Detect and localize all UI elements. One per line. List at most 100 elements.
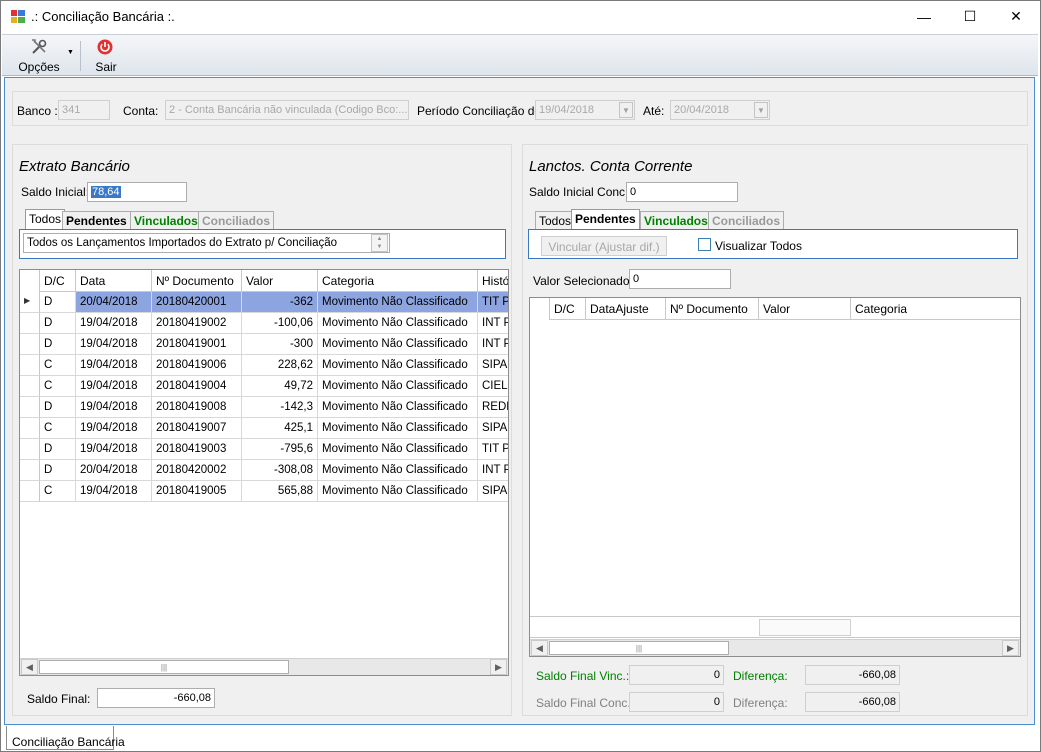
table-row[interactable]: D 19/04/2018 20180419003 -795,6 Movimento Nã… — [20, 439, 508, 460]
table-cell[interactable]: D — [40, 292, 76, 313]
right-tab-todos[interactable]: Todos — [535, 211, 576, 230]
table-cell[interactable]: Movimento Não Classificado — [318, 481, 478, 502]
extrato-column-header[interactable]: Históri — [478, 270, 508, 292]
table-cell[interactable]: 19/04/2018 — [76, 313, 152, 334]
table-cell[interactable]: Movimento Não Classificado — [318, 418, 478, 439]
extrato-column-header[interactable]: Categoria — [318, 270, 478, 292]
table-cell[interactable]: 20180419004 — [152, 376, 242, 397]
table-cell[interactable]: TIT PA — [478, 439, 508, 460]
scroll-thumb[interactable]: ||| — [39, 660, 289, 674]
table-cell[interactable]: -142,3 — [242, 397, 318, 418]
saldo-inicial-field[interactable]: 78,64 — [87, 182, 187, 202]
table-cell[interactable]: Movimento Não Classificado — [318, 334, 478, 355]
table-cell[interactable]: TIT PA — [478, 292, 508, 313]
extrato-column-header[interactable]: Nº Documento — [152, 270, 242, 292]
table-cell[interactable]: C — [40, 376, 76, 397]
description-spinner[interactable]: ▲ ▼ — [371, 234, 388, 252]
table-cell[interactable]: 20180419005 — [152, 481, 242, 502]
conta-field[interactable]: 2 - Conta Bancária não vinculada (Codigo… — [165, 100, 409, 120]
table-cell[interactable]: SIPAG — [478, 481, 508, 502]
table-cell[interactable]: 20/04/2018 — [76, 292, 152, 313]
table-cell[interactable]: 228,62 — [242, 355, 318, 376]
table-cell[interactable]: D — [40, 334, 76, 355]
saldo-final-field[interactable]: -660,08 — [97, 688, 215, 708]
table-row[interactable]: D 19/04/2018 20180419002 -100,06 Movimento N… — [20, 313, 508, 334]
table-cell[interactable]: Movimento Não Classificado — [318, 355, 478, 376]
table-cell[interactable]: C — [40, 355, 76, 376]
scroll-thumb[interactable]: ||| — [549, 641, 729, 655]
table-cell[interactable]: 19/04/2018 — [76, 481, 152, 502]
table-cell[interactable]: INT PA — [478, 334, 508, 355]
diferenca-conc-field[interactable]: -660,08 — [805, 692, 900, 712]
left-tab-vinculados[interactable]: Vinculados — [130, 211, 202, 230]
table-cell[interactable]: Movimento Não Classificado — [318, 376, 478, 397]
scroll-left-icon[interactable]: ◀ — [21, 659, 38, 675]
conta-corrente-column-header[interactable]: Categoria — [851, 298, 1020, 320]
exit-button[interactable]: Sair — [88, 37, 124, 75]
table-cell[interactable]: -300 — [242, 334, 318, 355]
extrato-horizontal-scrollbar[interactable]: ◀ ||| ▶ — [20, 658, 508, 675]
table-row[interactable]: D 19/04/2018 20180419008 -142,3 Movimento Nã… — [20, 397, 508, 418]
table-cell[interactable]: SIPAG — [478, 418, 508, 439]
conta-corrente-grid[interactable]: D/C DataAjuste Nº Documento Valor Categoria … — [529, 297, 1021, 657]
table-cell[interactable]: 20180419007 — [152, 418, 242, 439]
chevron-down-icon[interactable]: ▼ — [619, 102, 633, 118]
table-cell[interactable]: INT PA — [478, 313, 508, 334]
spin-down-icon[interactable]: ▼ — [372, 243, 387, 251]
saldo-final-vinc-field[interactable]: 0 — [629, 665, 724, 685]
periodo-ate-field[interactable]: 20/04/2018 ▼ — [670, 100, 770, 120]
right-tab-vinculados[interactable]: Vinculados — [640, 211, 712, 230]
table-cell[interactable]: INT PA — [478, 460, 508, 481]
table-cell[interactable]: 20180419002 — [152, 313, 242, 334]
table-row[interactable]: C 19/04/2018 20180419004 49,72 Movimento Não… — [20, 376, 508, 397]
saldo-inicial-conc-field[interactable]: 0 — [626, 182, 738, 202]
table-cell[interactable]: D — [40, 313, 76, 334]
table-cell[interactable]: Movimento Não Classificado — [318, 292, 478, 313]
table-cell[interactable]: D — [40, 460, 76, 481]
right-tab-conciliados[interactable]: Conciliados — [708, 211, 785, 230]
table-cell[interactable]: 19/04/2018 — [76, 334, 152, 355]
options-dropdown-arrow-icon[interactable]: ▼ — [67, 49, 74, 56]
table-cell[interactable]: -308,08 — [242, 460, 318, 481]
conta-corrente-column-header[interactable]: D/C — [550, 298, 586, 320]
extrato-grid[interactable]: D/CDataNº DocumentoValorCategoriaHistóri… — [19, 269, 509, 676]
extrato-column-header[interactable]: Data — [76, 270, 152, 292]
visualizar-todos-checkbox[interactable] — [698, 238, 711, 251]
valor-selecionado-field[interactable]: 0 — [629, 269, 731, 289]
table-cell[interactable]: 20/04/2018 — [76, 460, 152, 481]
table-cell[interactable]: 19/04/2018 — [76, 355, 152, 376]
options-button[interactable]: Opções — [14, 37, 64, 75]
table-cell[interactable]: 19/04/2018 — [76, 376, 152, 397]
left-tab-pendentes[interactable]: Pendentes — [62, 211, 131, 230]
table-cell[interactable]: REDE — [478, 397, 508, 418]
chevron-down-icon[interactable]: ▼ — [754, 102, 768, 118]
tab-conciliacao-bancaria[interactable]: Conciliação Bancária — [6, 726, 125, 750]
table-cell[interactable]: -795,6 — [242, 439, 318, 460]
right-tab-pendentes[interactable]: Pendentes — [571, 209, 640, 230]
table-cell[interactable]: C — [40, 418, 76, 439]
scroll-right-icon[interactable]: ▶ — [1002, 640, 1019, 656]
tab-description-field[interactable]: Todos os Lançamentos Importados do Extra… — [23, 233, 390, 253]
table-row[interactable]: C 19/04/2018 20180419005 565,88 Movimento Nã… — [20, 481, 508, 502]
table-cell[interactable]: -362 — [242, 292, 318, 313]
table-cell[interactable]: Movimento Não Classificado — [318, 397, 478, 418]
table-row[interactable]: C 19/04/2018 20180419007 425,1 Movimento Não… — [20, 418, 508, 439]
table-cell[interactable]: 20180420001 — [152, 292, 242, 313]
table-cell[interactable]: Movimento Não Classificado — [318, 460, 478, 481]
extrato-column-header[interactable]: Valor — [242, 270, 318, 292]
saldo-final-conc-field[interactable]: 0 — [629, 692, 724, 712]
table-cell[interactable]: 49,72 — [242, 376, 318, 397]
table-cell[interactable]: CIELO — [478, 376, 508, 397]
periodo-de-field[interactable]: 19/04/2018 ▼ — [535, 100, 635, 120]
table-cell[interactable]: D — [40, 397, 76, 418]
table-cell[interactable]: 19/04/2018 — [76, 439, 152, 460]
left-tab-conciliados[interactable]: Conciliados — [198, 211, 275, 230]
table-row[interactable]: ▶ D 20/04/2018 20180420001 -362 Movimento Não… — [20, 292, 508, 313]
table-cell[interactable]: C — [40, 481, 76, 502]
left-tab-todos[interactable]: Todos — [25, 209, 66, 230]
diferenca-vinc-field[interactable]: -660,08 — [805, 665, 900, 685]
table-cell[interactable]: Movimento Não Classificado — [318, 313, 478, 334]
table-cell[interactable]: 425,1 — [242, 418, 318, 439]
table-row[interactable]: D 19/04/2018 20180419001 -300 Movimento Não … — [20, 334, 508, 355]
minimize-button[interactable]: — — [901, 1, 947, 32]
